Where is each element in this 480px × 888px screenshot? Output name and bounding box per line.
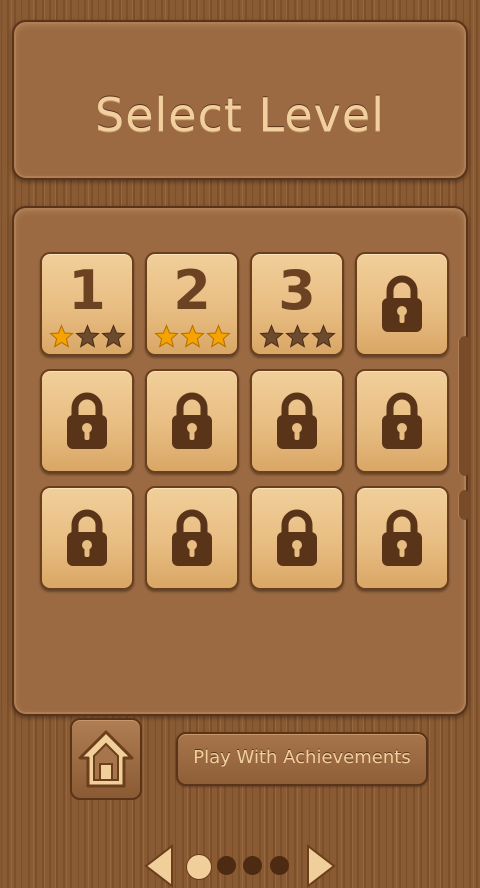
level-tile-3[interactable]: 3 [250,252,344,356]
play-with-achievements-button[interactable]: Play With Achievements [176,732,428,786]
home-icon [78,730,134,788]
lock-icon [67,509,107,566]
level-tile-locked[interactable] [355,252,449,356]
star-rating [147,324,237,349]
star-filled-icon [205,324,231,348]
page-title: Select Level [95,88,385,142]
lock-icon [67,392,107,449]
star-empty-icon [100,324,126,348]
star-empty-icon [258,324,284,348]
star-rating [42,324,132,349]
lock-icon [382,509,422,566]
page-indicator [14,844,466,888]
level-tile-locked[interactable] [40,369,134,473]
lock-icon [277,392,317,449]
level-tile-locked[interactable] [355,486,449,590]
level-grid-panel: 1 2 3 [12,206,470,888]
panel-edge-notch [458,336,470,476]
page-dot[interactable] [270,856,289,875]
title-panel: Select Level [12,20,468,180]
panel-edge-notch [458,490,470,520]
star-filled-icon [48,324,74,348]
level-tile-1[interactable]: 1 [40,252,134,356]
star-empty-icon [74,324,100,348]
level-tile-locked[interactable] [40,486,134,590]
lock-icon [172,509,212,566]
lock-icon [277,509,317,566]
level-number: 2 [173,259,211,322]
level-number: 3 [278,259,316,322]
star-rating [252,324,342,349]
lock-icon [382,275,422,332]
star-filled-icon [179,324,205,348]
star-filled-icon [153,324,179,348]
home-button[interactable] [70,718,142,800]
level-tile-locked[interactable] [145,369,239,473]
achievements-button-label: Play With Achievements [193,747,411,768]
level-tile-2[interactable]: 2 [145,252,239,356]
page-dot-active[interactable] [186,854,212,880]
page-dot[interactable] [217,856,236,875]
level-tile-locked[interactable] [145,486,239,590]
triangle-left-icon[interactable] [144,844,174,888]
level-tile-locked[interactable] [250,486,344,590]
level-number: 1 [68,259,106,322]
lock-icon [382,392,422,449]
star-empty-icon [310,324,336,348]
level-tile-locked[interactable] [355,369,449,473]
triangle-right-icon[interactable] [306,844,336,888]
level-tile-locked[interactable] [250,369,344,473]
lock-icon [172,392,212,449]
star-empty-icon [284,324,310,348]
page-dot[interactable] [243,856,262,875]
